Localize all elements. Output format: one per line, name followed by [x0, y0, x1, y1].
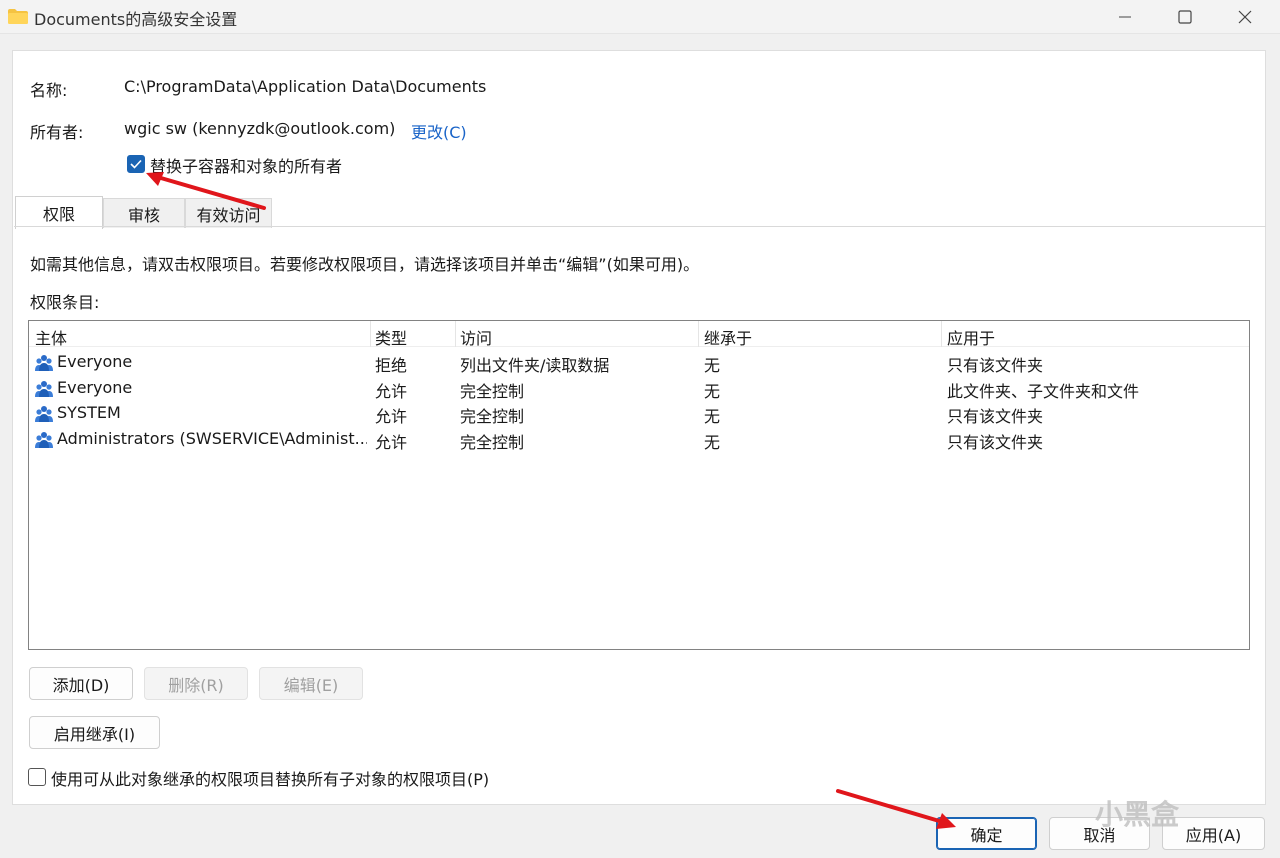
column-principal[interactable]: 主体	[35, 325, 67, 349]
table-row[interactable]: SYSTEM 允许 完全控制 无 只有该文件夹	[29, 400, 1249, 426]
replace-owner-label: 替换子容器和对象的所有者	[150, 157, 343, 176]
column-separator[interactable]	[370, 321, 371, 347]
tab-divider	[14, 226, 1266, 227]
remove-button[interactable]: 删除(R)	[144, 667, 248, 700]
cell-inherited-from: 无	[704, 407, 721, 426]
hint-text: 如需其他信息，请双击权限项目。若要修改权限项目，请选择该项目并单击“编辑”(如果…	[30, 255, 700, 274]
tab-auditing[interactable]: 审核	[103, 198, 185, 228]
edit-button[interactable]: 编辑(E)	[259, 667, 363, 700]
add-button-label: 添加(D)	[52, 675, 110, 695]
cell-access: 列出文件夹/读取数据	[460, 356, 610, 375]
cell-applies-to: 此文件夹、子文件夹和文件	[947, 382, 1140, 401]
owner-label: 所有者:	[30, 123, 84, 142]
users-icon	[35, 381, 53, 397]
tab-auditing-label: 审核	[127, 205, 160, 225]
cell-inherited-from: 无	[704, 382, 721, 401]
cell-access: 完全控制	[460, 433, 525, 452]
name-label: 名称:	[30, 81, 68, 100]
cell-principal: SYSTEM	[57, 403, 121, 422]
column-separator[interactable]	[941, 321, 942, 347]
replace-owner-checkbox[interactable]	[127, 155, 145, 173]
cell-access: 完全控制	[460, 382, 525, 401]
column-access[interactable]: 访问	[460, 325, 492, 349]
column-separator[interactable]	[698, 321, 699, 347]
replace-child-permissions-label: 使用可从此对象继承的权限项目替换所有子对象的权限项目(P)	[51, 770, 490, 789]
entries-label: 权限条目:	[30, 293, 100, 312]
maximize-button[interactable]	[1155, 0, 1215, 34]
enable-inheritance-label: 启用继承(I)	[53, 724, 136, 744]
remove-button-label: 删除(R)	[168, 675, 224, 695]
maximize-icon	[1178, 10, 1192, 24]
enable-inheritance-button[interactable]: 启用继承(I)	[29, 716, 160, 749]
title-bar: Documents的高级安全设置	[0, 0, 1280, 34]
cell-applies-to: 只有该文件夹	[947, 356, 1044, 375]
permission-entries-list[interactable]: 主体 类型 访问 继承于 应用于 Everyone 拒绝 列出文件夹/读取数据 …	[28, 320, 1250, 650]
add-button[interactable]: 添加(D)	[29, 667, 133, 700]
window-title: Documents的高级安全设置	[34, 10, 238, 29]
checkmark-icon	[130, 159, 142, 169]
apply-button-label: 应用(A)	[1185, 825, 1242, 845]
tab-permissions-label: 权限	[42, 205, 75, 224]
cell-type: 允许	[375, 382, 408, 401]
change-owner-link[interactable]: 更改(C)	[411, 119, 467, 143]
replace-child-permissions-checkbox[interactable]	[28, 768, 46, 786]
table-row[interactable]: Everyone 拒绝 列出文件夹/读取数据 无 只有该文件夹	[29, 349, 1249, 375]
users-icon	[35, 432, 53, 448]
ok-button[interactable]: 确定	[936, 817, 1037, 850]
cell-access: 完全控制	[460, 407, 525, 426]
minimize-button[interactable]	[1095, 0, 1155, 34]
table-row[interactable]: Administrators (SWSERVICE\Administ... 允许…	[29, 426, 1249, 452]
name-value: C:\ProgramData\Application Data\Document…	[124, 77, 487, 96]
minimize-icon	[1119, 16, 1131, 18]
cell-type: 允许	[375, 407, 408, 426]
column-separator[interactable]	[455, 321, 456, 347]
cell-principal: Everyone	[57, 378, 133, 397]
edit-button-label: 编辑(E)	[283, 675, 339, 695]
users-icon	[35, 406, 53, 422]
close-icon	[1238, 10, 1252, 24]
ok-button-label: 确定	[970, 825, 1003, 845]
list-header: 主体 类型 访问 继承于 应用于	[29, 321, 1249, 349]
column-inherited-from[interactable]: 继承于	[704, 325, 752, 349]
owner-value: wgic sw (kennyzdk@outlook.com)	[124, 119, 396, 138]
tab-effective-access-label: 有效访问	[196, 205, 261, 225]
cell-applies-to: 只有该文件夹	[947, 407, 1044, 426]
folder-icon	[8, 9, 28, 24]
cell-inherited-from: 无	[704, 356, 721, 375]
watermark: 小黑盒	[1095, 798, 1180, 831]
table-row[interactable]: Everyone 允许 完全控制 无 此文件夹、子文件夹和文件	[29, 375, 1249, 401]
close-button[interactable]	[1215, 0, 1275, 34]
cell-inherited-from: 无	[704, 433, 721, 452]
cell-type: 允许	[375, 433, 408, 452]
cell-principal: Everyone	[57, 352, 133, 371]
cell-principal: Administrators (SWSERVICE\Administ...	[57, 429, 367, 448]
cell-type: 拒绝	[375, 356, 408, 375]
column-type[interactable]: 类型	[375, 325, 407, 349]
tab-effective-access[interactable]: 有效访问	[185, 198, 272, 228]
cell-applies-to: 只有该文件夹	[947, 433, 1044, 452]
column-applies-to[interactable]: 应用于	[947, 325, 995, 349]
main-panel: 名称: C:\ProgramData\Application Data\Docu…	[12, 50, 1266, 805]
tab-permissions[interactable]: 权限	[15, 196, 103, 229]
users-icon	[35, 355, 53, 371]
